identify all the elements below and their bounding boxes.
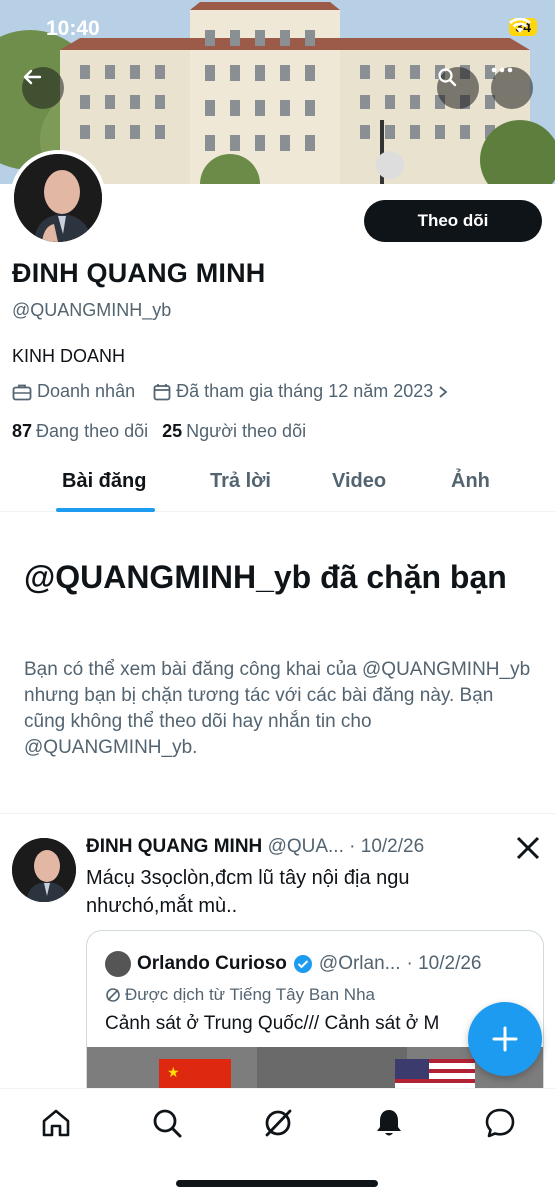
search-icon (438, 68, 457, 87)
quote-author-handle: @Orlan... (318, 953, 401, 974)
quote-avatar (105, 951, 131, 977)
search-button[interactable] (437, 67, 479, 109)
following-link[interactable]: 87 Đang theo dõi (12, 421, 148, 442)
home-icon[interactable] (40, 1107, 72, 1139)
follow-counts: 87 Đang theo dõi 25 Người theo dõi (12, 421, 320, 442)
post-header: ĐINH QUANG MINH @QUA... · 10/2/26 (86, 836, 424, 858)
translate-icon (106, 988, 120, 1002)
home-indicator (176, 1180, 378, 1187)
quote-text: Cảnh sát ở Trung Quốc/// Cảnh sát ở M (105, 1013, 440, 1034)
more-icon (491, 67, 513, 73)
wifi-icon (509, 18, 532, 33)
profile-meta: Doanh nhân Đã tham gia tháng 12 năm 2023 (12, 381, 466, 402)
post-author-handle[interactable]: @QUA... (268, 836, 344, 857)
post-avatar-image (12, 838, 76, 902)
profession-label: Doanh nhân (37, 381, 136, 401)
grok-icon[interactable] (262, 1107, 294, 1139)
quote-date: · 10/2/26 (406, 953, 482, 974)
briefcase-icon (12, 384, 32, 400)
explore-icon[interactable] (151, 1107, 183, 1139)
avatar-image (14, 154, 102, 242)
chevron-right-icon (439, 385, 448, 398)
active-tab-indicator (56, 508, 155, 512)
more-button[interactable] (491, 67, 533, 109)
tab-posts[interactable]: Bài đăng (62, 470, 146, 493)
post-avatar[interactable] (12, 838, 76, 902)
quote-header: Orlando Curioso @Orlan... · 10/2/26 (105, 951, 482, 977)
followers-link[interactable]: 25 Người theo dõi (162, 421, 306, 442)
tab-replies[interactable]: Trả lời (210, 470, 271, 493)
x-logo-icon (516, 836, 540, 867)
profile-handle: @QUANGMINH_yb (12, 300, 172, 320)
profile-bio: KINH DOANH (12, 346, 126, 366)
profession-item: Doanh nhân (12, 381, 135, 402)
back-button[interactable] (22, 67, 64, 109)
translated-label: Được dịch từ Tiếng Tây Ban Nha (125, 985, 375, 1004)
tab-photos[interactable]: Ảnh (451, 470, 490, 493)
profile-avatar[interactable] (10, 150, 106, 246)
x-icon (516, 836, 540, 860)
quote-author-name: Orlando Curioso (137, 953, 287, 974)
compose-button[interactable] (468, 1002, 542, 1076)
notifications-icon[interactable] (373, 1107, 405, 1139)
tab-video[interactable]: Video (332, 470, 386, 493)
plus-icon (492, 1026, 518, 1052)
post-author-name[interactable]: ĐINH QUANG MINH (86, 836, 262, 857)
profile-tabs: Bài đăng Trả lời Video Ảnh (0, 456, 555, 512)
blocked-title: @QUANGMINH_yb đã chặn bạn (24, 559, 507, 595)
blocked-description: Bạn có thể xem bài đăng công khai của @Q… (24, 659, 531, 758)
translated-note: Được dịch từ Tiếng Tây Ban Nha (105, 985, 375, 1005)
post-date[interactable]: · 10/2/26 (349, 836, 424, 857)
messages-icon[interactable] (484, 1107, 516, 1139)
status-time: 10:40 (46, 17, 100, 40)
status-icons: 34 (509, 18, 537, 36)
joined-label: Đã tham gia tháng 12 năm 2023 (176, 381, 434, 401)
svg-text:★: ★ (167, 1064, 180, 1080)
back-arrow-icon (23, 69, 42, 85)
post-text: Mácụ 3sọclòn,đcm lũ tây nội địa ngu nhưc… (86, 867, 410, 917)
joined-item[interactable]: Đã tham gia tháng 12 năm 2023 (153, 381, 448, 402)
verified-icon (293, 955, 312, 973)
calendar-icon (153, 383, 171, 400)
profile-name: ĐINH QUANG MINH (12, 258, 266, 288)
follow-button[interactable]: Theo dõi (364, 200, 542, 242)
divider (0, 813, 555, 814)
